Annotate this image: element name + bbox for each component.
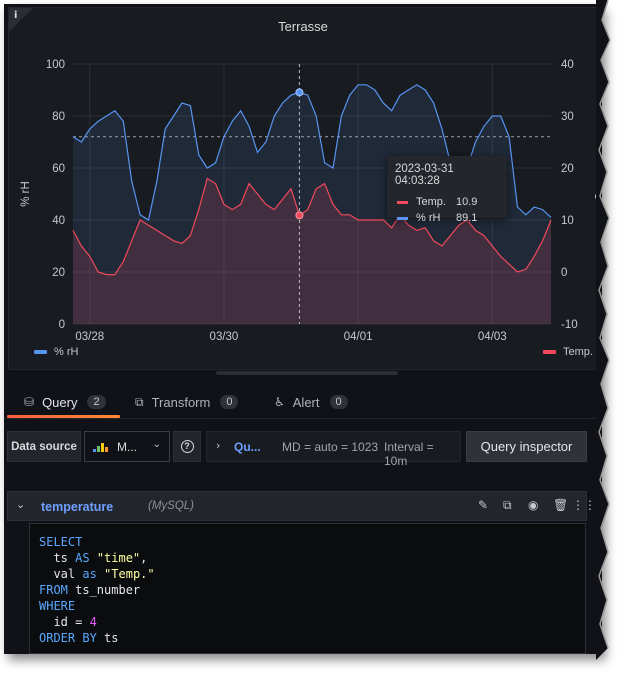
crosshair-point-temp [295, 211, 304, 220]
legend-swatch-temp [543, 350, 556, 354]
sql-editor[interactable]: SELECT ts AS "time", val as "Temp." FROM … [29, 523, 586, 654]
y-left-tick-label: 0 [59, 319, 65, 331]
tooltip-row-temp: Temp. 10.9 [395, 194, 499, 210]
x-tick-label: 03/30 [210, 331, 239, 343]
query-inspector-button[interactable]: Query inspector [466, 431, 587, 462]
y-left-axis-title: % rH [20, 181, 32, 207]
collapse-chevron-icon[interactable]: ⌄ [16, 498, 25, 511]
tab-alert-count: 0 [329, 395, 348, 409]
legend-item-rh[interactable]: % rH [34, 346, 78, 358]
edit-pencil-icon[interactable]: ✎ [478, 498, 488, 512]
pane-resize-handle[interactable] [216, 371, 398, 375]
legend-label-rh: % rH [54, 346, 79, 358]
tab-query-count: 2 [87, 395, 106, 409]
database-icon: ⛁ [24, 395, 35, 409]
editor-tabs: ⛁ Query 2 ⧉ Transform 0 ♿ Alert 0 [4, 385, 602, 419]
chevron-down-icon: ⌄ [152, 439, 161, 450]
sql-line: val as "Temp." [39, 567, 155, 581]
query-datasource-name: (MySQL) [148, 500, 194, 512]
transform-icon: ⧉ [135, 394, 144, 409]
time-series-chart[interactable]: 0 20 40 60 80 100 -10 0 10 20 30 40 03/28 03/30 04/01 0… [9, 8, 599, 371]
torn-edge-decoration [596, 0, 611, 660]
y-right-tick-label: -10 [561, 319, 578, 331]
tab-transform-label: Transform [151, 394, 211, 410]
tab-transform-count: 0 [220, 395, 239, 409]
tab-query-label: Query [42, 394, 78, 410]
sql-line: id = 4 [39, 615, 97, 629]
tabs-divider [4, 418, 602, 419]
sql-line: FROM ts_number [39, 583, 141, 597]
tooltip-value-temp: 10.9 [456, 196, 478, 208]
query-options[interactable]: › Qu... MD = auto = 1023 Interval = 10m [206, 431, 461, 468]
legend-label-temp: Temp. [563, 346, 593, 358]
datasource-picker[interactable]: M... ⌄ [84, 431, 170, 462]
x-tick-label: 04/01 [344, 331, 373, 343]
y-left-tick-label: 100 [46, 59, 65, 71]
y-right-tick-label: 10 [561, 215, 574, 227]
y-left-tick-label: 40 [52, 215, 65, 227]
sql-line: SELECT [39, 535, 83, 549]
grafana-edit-window: i Terrasse 0 20 40 60 80 100 -10 0 10 20 30 40 03/28… [4, 4, 602, 654]
datasource-help-button[interactable]: ? [173, 431, 201, 462]
x-tick-label: 03/28 [75, 331, 104, 343]
sql-line: ORDER BY ts [39, 631, 119, 645]
tooltip-time: 2023-03-31 04:03:28 [395, 163, 454, 187]
tooltip-swatch-temp [397, 200, 408, 204]
tooltip-swatch-rh [397, 216, 408, 220]
drag-handle-icon[interactable]: ⋮⋮ [572, 498, 596, 512]
x-tick-label: 04/03 [478, 331, 507, 343]
datasource-label: Data source [7, 431, 81, 462]
legend-item-temp[interactable]: Temp. [543, 346, 593, 358]
y-right-tick-label: 20 [561, 163, 574, 175]
tab-alert-label: Alert [292, 394, 320, 410]
y-left-tick-label: 20 [52, 267, 65, 279]
datasource-value: M... [117, 439, 137, 454]
interval: Interval = 10m [384, 440, 434, 468]
eye-icon[interactable]: ◉ [528, 498, 538, 512]
sql-line: ts AS "time", [39, 551, 148, 565]
active-tab-indicator [7, 415, 120, 418]
graph-panel: i Terrasse 0 20 40 60 80 100 -10 0 10 20 30 40 03/28… [8, 7, 599, 371]
query-options-label: Qu... [234, 440, 261, 454]
y-right-tick-label: 40 [561, 59, 574, 71]
chevron-right-icon: › [216, 439, 221, 452]
y-left-tick-label: 80 [52, 111, 65, 123]
y-right-tick-label: 0 [561, 267, 567, 279]
hover-tooltip: 2023-03-31 04:03:28 Temp. 10.9 % rH 89.1 [387, 156, 507, 224]
y-left-tick-label: 60 [52, 163, 65, 175]
bell-icon: ♿ [274, 395, 285, 409]
legend-swatch-rh [34, 350, 47, 354]
tooltip-name-rh: % rH [416, 212, 441, 224]
tooltip-row-rh: % rH 89.1 [395, 210, 499, 226]
tab-alert[interactable]: ♿ Alert 0 [274, 385, 348, 419]
query-row-header[interactable]: ⌄ temperature (MySQL) ✎ ⧉ ◉ 🗑 ⋮⋮ [7, 491, 596, 521]
trash-icon[interactable]: 🗑 [553, 498, 568, 512]
tab-transform[interactable]: ⧉ Transform 0 [135, 385, 239, 419]
tooltip-name-temp: Temp. [416, 196, 446, 208]
tooltip-value-rh: 89.1 [456, 212, 478, 224]
query-toolbar: Data source M... ⌄ ? › Qu... MD = auto =… [4, 428, 602, 468]
query-ref-id[interactable]: temperature [41, 500, 113, 514]
crosshair-point-rh [295, 88, 304, 97]
y-right-tick-label: 30 [561, 111, 574, 123]
question-icon: ? [180, 440, 194, 453]
sql-line: WHERE [39, 599, 76, 613]
max-data-points: MD = auto = 1023 [282, 440, 379, 454]
tab-query[interactable]: ⛁ Query 2 [24, 385, 106, 419]
mysql-icon [93, 442, 109, 452]
duplicate-icon[interactable]: ⧉ [503, 498, 512, 513]
